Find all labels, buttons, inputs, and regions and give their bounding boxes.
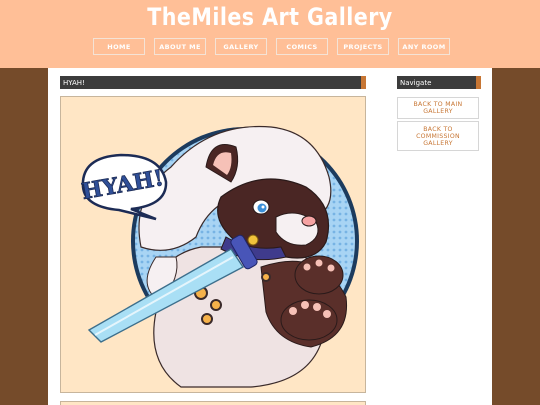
back-commission-line1: BACK TO bbox=[423, 125, 453, 133]
nav-gallery[interactable]: GALLERY bbox=[215, 38, 267, 55]
back-main-line2: GALLERY bbox=[423, 108, 453, 115]
nav-any-room[interactable]: ANY ROOM bbox=[398, 38, 450, 55]
post-title: HYAH! bbox=[63, 78, 85, 87]
back-to-main-gallery-button[interactable]: BACK TO MAIN GALLERY bbox=[397, 97, 479, 119]
artwork-frame[interactable]: HYAH! bbox=[60, 96, 366, 393]
next-image-frame bbox=[60, 401, 366, 405]
post-title-bar: HYAH! bbox=[60, 76, 366, 89]
artwork-image: HYAH! bbox=[79, 125, 359, 388]
main-nav: HOME ABOUT ME GALLERY COMICS PROJECTS AN… bbox=[93, 38, 450, 55]
site-header: TheMiles Art Gallery HOME ABOUT ME GALLE… bbox=[0, 0, 540, 68]
back-commission-line3: GALLERY bbox=[423, 139, 453, 147]
nav-comics[interactable]: COMICS bbox=[276, 38, 328, 55]
sidebar-heading: Navigate bbox=[400, 78, 432, 87]
site-title[interactable]: TheMiles Art Gallery bbox=[38, 3, 502, 31]
back-main-line1: BACK TO MAIN bbox=[413, 101, 463, 108]
back-to-commission-gallery-button[interactable]: BACK TO COMMISSION GALLERY bbox=[397, 121, 479, 151]
nav-home[interactable]: HOME bbox=[93, 38, 145, 55]
nav-about-me[interactable]: ABOUT ME bbox=[154, 38, 206, 55]
sidebar-heading-bar: Navigate bbox=[397, 76, 481, 89]
nav-projects[interactable]: PROJECTS bbox=[337, 38, 389, 55]
back-commission-line2: COMMISSION bbox=[416, 132, 460, 140]
content-area: HYAH! HYAH! Navigate BACK TO MAIN GALLER… bbox=[48, 68, 492, 405]
